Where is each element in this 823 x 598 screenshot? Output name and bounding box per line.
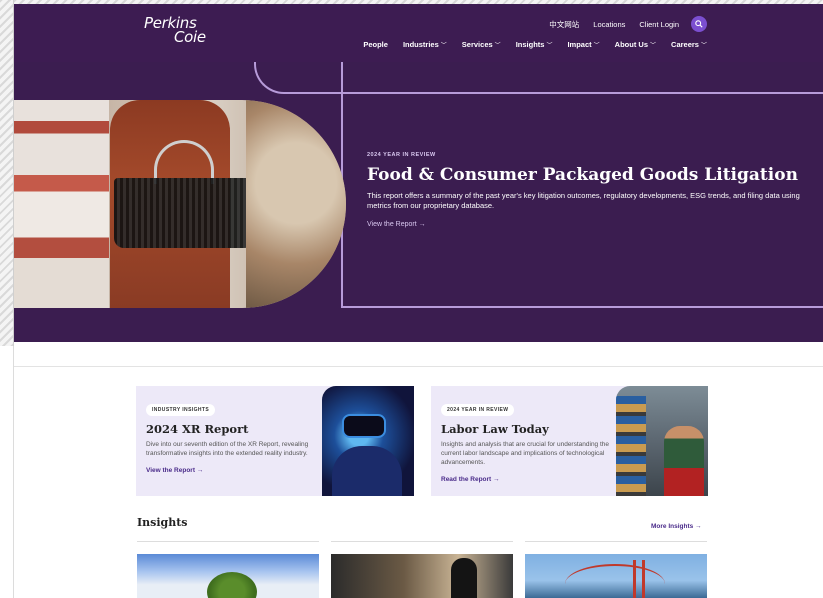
chevron-down-icon: ﹀ — [593, 43, 600, 49]
nav-item-services[interactable]: Services ﹀ — [462, 40, 501, 49]
logo-line-2: Coie — [174, 28, 206, 46]
insight-rule — [331, 541, 513, 542]
hero-eyebrow: 2024 YEAR IN REVIEW — [367, 152, 436, 158]
hero-title: Food & Consumer Packaged Goods Litigatio… — [367, 165, 798, 185]
nav-item-industries[interactable]: Industries ﹀ — [403, 40, 447, 49]
chevron-down-icon: ﹀ — [700, 43, 707, 49]
main-nav: People Industries ﹀ Services ﹀ Insights ﹀ I… — [363, 40, 707, 49]
feature-card-labor-law[interactable]: 2024 YEAR IN REVIEW Labor Law Today Insi… — [431, 386, 708, 496]
utility-link-locations[interactable]: Locations — [593, 20, 625, 29]
card-image-shelf — [616, 396, 646, 496]
utility-nav: 中文网站 Locations Client Login — [549, 16, 707, 32]
section-divider — [14, 366, 823, 367]
nav-label: Careers — [671, 40, 699, 49]
feature-card-xr-report[interactable]: INDUSTRY INSIGHTS 2024 XR Report Dive in… — [136, 386, 414, 496]
insight-image-cable — [565, 564, 665, 598]
insight-image-crowd[interactable] — [331, 554, 513, 598]
insights-heading: Insights — [137, 516, 188, 529]
more-insights-link[interactable]: More Insights → — [651, 523, 702, 530]
chevron-down-icon: ﹀ — [440, 43, 447, 49]
nav-item-insights[interactable]: Insights ﹀ — [516, 40, 553, 49]
insight-image-silhouette — [451, 558, 477, 598]
card-image-headset — [342, 414, 386, 438]
nav-item-people[interactable]: People — [363, 40, 388, 49]
hero-description: This report offers a summary of the past… — [367, 191, 800, 210]
nav-label: Industries — [402, 40, 439, 49]
card-title: Labor Law Today — [441, 422, 549, 436]
chevron-down-icon: ﹀ — [650, 43, 657, 49]
hero-banner: 2024 YEAR IN REVIEW Food & Consumer Pack… — [14, 62, 823, 342]
card-description: Dive into our seventh edition of the XR … — [146, 441, 309, 457]
nav-label: About Us — [614, 40, 649, 49]
card-tag: INDUSTRY INSIGHTS — [146, 404, 216, 416]
hero-text: 2024 YEAR IN REVIEW Food & Consumer Pack… — [367, 152, 807, 228]
card-image-worker — [664, 426, 704, 496]
card-title: 2024 XR Report — [146, 422, 249, 436]
insight-rule — [525, 541, 707, 542]
card-read-report-link[interactable]: Read the Report → — [441, 476, 611, 483]
nav-item-careers[interactable]: Careers ﹀ — [671, 40, 707, 49]
nav-label: Services — [461, 40, 493, 49]
chevron-down-icon: ﹀ — [546, 43, 553, 49]
utility-link-chinese-site[interactable]: 中文网站 — [549, 19, 579, 30]
card-content: 2024 YEAR IN REVIEW Labor Law Today Insi… — [441, 398, 611, 483]
nav-label: People — [363, 40, 388, 49]
utility-link-client-login[interactable]: Client Login — [639, 20, 679, 29]
search-button[interactable] — [691, 16, 707, 32]
nav-item-about-us[interactable]: About Us ﹀ — [615, 40, 656, 49]
hero-image-basket — [114, 178, 254, 248]
hero-image-shelf — [14, 100, 109, 308]
insight-image-tree[interactable] — [137, 554, 319, 598]
card-image-vr-headset — [322, 386, 414, 496]
hero-frame-line — [341, 306, 823, 308]
nav-item-impact[interactable]: Impact ﹀ — [567, 40, 599, 49]
nav-label: Insights — [515, 40, 545, 49]
insight-rule — [137, 541, 319, 542]
hero-frame-line — [341, 92, 823, 94]
card-tag: 2024 YEAR IN REVIEW — [441, 404, 515, 416]
nav-label: Impact — [567, 40, 592, 49]
page-margin-lower — [0, 346, 14, 598]
card-image-figure — [332, 446, 402, 496]
hero-image-store — [246, 100, 346, 308]
chevron-down-icon: ﹀ — [494, 43, 501, 49]
insight-image-bridge[interactable] — [525, 554, 707, 598]
insight-image-tower — [633, 560, 645, 598]
card-view-report-link[interactable]: View the Report → — [146, 467, 316, 474]
card-description: Insights and analysis that are crucial f… — [441, 441, 610, 466]
hero-view-report-link[interactable]: View the Report → — [367, 221, 807, 228]
hero-image-grocery-shopper — [14, 100, 346, 308]
card-content: INDUSTRY INSIGHTS 2024 XR Report Dive in… — [146, 398, 316, 474]
card-image-warehouse-worker — [616, 386, 708, 496]
insight-image-canopy — [207, 572, 257, 598]
perkins-coie-logo[interactable]: Perkins Coie — [144, 16, 206, 46]
site-header: Perkins Coie 中文网站 Locations Client Login… — [14, 4, 823, 62]
search-icon — [695, 20, 703, 28]
hero-decorative-arc — [254, 62, 344, 94]
